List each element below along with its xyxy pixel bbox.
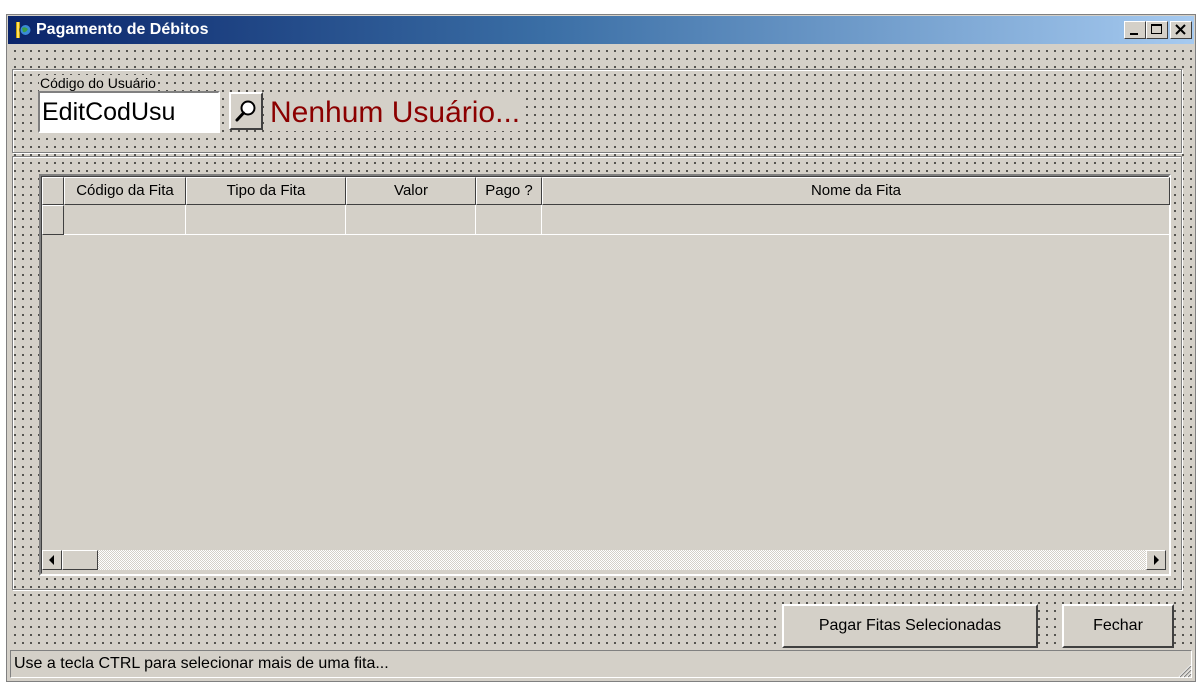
- scroll-left-button[interactable]: [42, 550, 62, 570]
- user-code-input[interactable]: EditCodUsu: [38, 91, 220, 133]
- grid-corner-header: [42, 177, 64, 205]
- status-bar: Use a tecla CTRL para selecionar mais de…: [8, 648, 1194, 680]
- magnifier-icon: [235, 100, 256, 122]
- scroll-left-icon: [49, 555, 54, 565]
- column-header-nome[interactable]: Nome da Fita: [542, 177, 1170, 205]
- column-header-codigo[interactable]: Código da Fita: [64, 177, 186, 205]
- grid-cell[interactable]: [186, 205, 346, 235]
- minimize-icon: [1130, 33, 1138, 35]
- row-indicator[interactable]: [42, 205, 64, 235]
- title-bar[interactable]: Pagamento de Débitos: [8, 16, 1194, 44]
- search-user-button[interactable]: [229, 92, 263, 130]
- column-header-tipo[interactable]: Tipo da Fita: [186, 177, 346, 205]
- scroll-right-icon: [1154, 555, 1159, 565]
- grid-body: Código da Fita Tipo da Fita Valor Pago ?…: [41, 176, 1170, 574]
- status-text: Use a tecla CTRL para selecionar mais de…: [10, 650, 1192, 678]
- close-window-button[interactable]: [1170, 21, 1192, 39]
- debit-payment-window: Pagamento de Débitos Código do Usuário E…: [6, 14, 1196, 682]
- grid-cell[interactable]: [476, 205, 542, 235]
- maximize-button[interactable]: [1146, 21, 1168, 39]
- form-client-area: Código do Usuário EditCodUsu Nenhum Usuá…: [8, 44, 1194, 648]
- scroll-right-button[interactable]: [1146, 550, 1166, 570]
- user-name-label: Nenhum Usuário...: [270, 95, 521, 131]
- close-button[interactable]: Fechar: [1062, 604, 1174, 648]
- close-icon: [1175, 24, 1186, 35]
- tapes-grid[interactable]: Código da Fita Tipo da Fita Valor Pago ?…: [39, 174, 1171, 576]
- resize-grip-icon[interactable]: [1176, 662, 1192, 678]
- grid-cell[interactable]: [346, 205, 476, 235]
- pay-selected-button[interactable]: Pagar Fitas Selecionadas: [782, 604, 1038, 648]
- user-group-caption: Código do Usuário: [39, 75, 157, 91]
- horizontal-scrollbar[interactable]: [42, 550, 1166, 570]
- column-header-valor[interactable]: Valor: [346, 177, 476, 205]
- window-title: Pagamento de Débitos: [36, 21, 209, 38]
- grid-cell[interactable]: [542, 205, 1170, 235]
- grid-cell[interactable]: [64, 205, 186, 235]
- scrollbar-thumb[interactable]: [62, 550, 98, 570]
- column-header-pago[interactable]: Pago ?: [476, 177, 542, 205]
- maximize-icon: [1151, 24, 1162, 34]
- app-icon: [16, 22, 32, 38]
- minimize-button[interactable]: [1124, 21, 1146, 39]
